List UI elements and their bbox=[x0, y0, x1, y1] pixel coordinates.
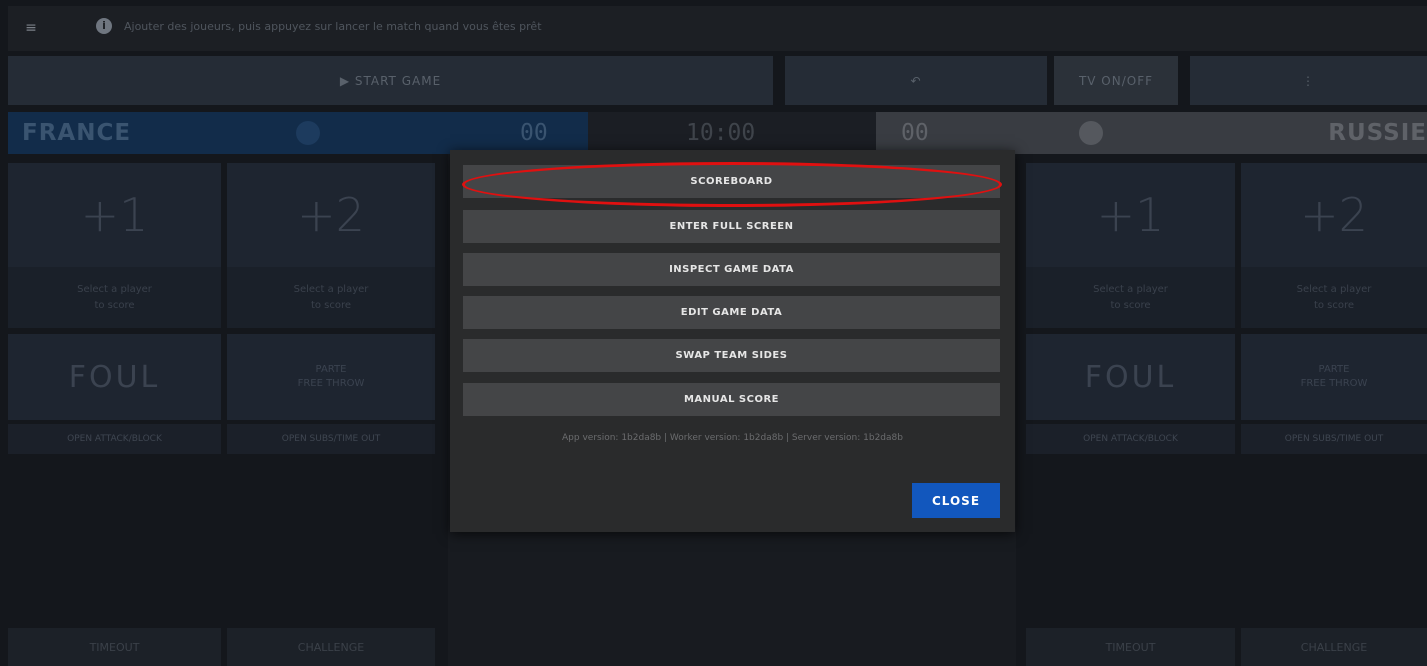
manual-score-button[interactable]: MANUAL SCORE bbox=[463, 383, 1000, 416]
tv-toggle-button[interactable]: TV ON/OFF bbox=[1054, 56, 1178, 105]
close-button[interactable]: CLOSE bbox=[912, 483, 1000, 518]
right-challenge-button[interactable]: CHALLENGE bbox=[1241, 628, 1427, 666]
right-free-throw-button[interactable]: PARTE FREE THROW bbox=[1241, 334, 1427, 420]
menu-icon[interactable]: ≡ bbox=[22, 19, 40, 37]
left-challenge-button[interactable]: CHALLENGE bbox=[227, 628, 435, 666]
left-team-bar: FRANCE 00 bbox=[8, 112, 588, 154]
enter-full-screen-button[interactable]: ENTER FULL SCREEN bbox=[463, 210, 1000, 243]
left-team-name: FRANCE bbox=[22, 120, 132, 146]
game-clock-bar: 10:00 bbox=[588, 112, 876, 154]
right-team-bar: 00 RUSSIE bbox=[876, 112, 1427, 154]
left-caption-attack[interactable]: OPEN ATTACK/BLOCK bbox=[8, 424, 221, 454]
basketball-icon bbox=[296, 121, 320, 145]
basketball-icon bbox=[1079, 121, 1103, 145]
more-options-button[interactable]: ⋮ bbox=[1190, 56, 1427, 105]
left-timeout-button[interactable]: TIMEOUT bbox=[8, 628, 221, 666]
right-plus1-button[interactable]: +1 bbox=[1026, 163, 1235, 267]
game-clock[interactable]: 10:00 bbox=[686, 120, 755, 146]
version-info: App version: 1b2da8b | Worker version: 1… bbox=[562, 433, 903, 443]
inspect-game-data-button[interactable]: INSPECT GAME DATA bbox=[463, 253, 1000, 286]
scoreboard-button[interactable]: SCOREBOARD bbox=[463, 165, 1000, 198]
left-free-throw-button[interactable]: PARTE FREE THROW bbox=[227, 334, 435, 420]
swap-team-sides-button[interactable]: SWAP TEAM SIDES bbox=[463, 339, 1000, 372]
right-caption-attack[interactable]: OPEN ATTACK/BLOCK bbox=[1026, 424, 1235, 454]
left-caption-subs[interactable]: OPEN SUBS/TIME OUT bbox=[227, 424, 435, 454]
info-icon: i bbox=[96, 18, 112, 34]
undo-button[interactable]: ↶ bbox=[785, 56, 1047, 105]
right-select-player-label: Select a player to score bbox=[1026, 267, 1235, 328]
left-plus1-button[interactable]: +1 bbox=[8, 163, 221, 267]
left-select-player-label-2: Select a player to score bbox=[227, 267, 435, 328]
right-plus2-button[interactable]: +2 bbox=[1241, 163, 1427, 267]
top-info-bar: ≡ i Ajouter des joueurs, puis appuyez su… bbox=[8, 6, 1427, 51]
app-root: ≡ i Ajouter des joueurs, puis appuyez su… bbox=[0, 0, 1427, 666]
right-team-score: 00 bbox=[901, 120, 929, 146]
right-caption-subs[interactable]: OPEN SUBS/TIME OUT bbox=[1241, 424, 1427, 454]
options-modal: SCOREBOARD ENTER FULL SCREEN INSPECT GAM… bbox=[450, 150, 1015, 532]
right-foul-button[interactable]: FOUL bbox=[1026, 334, 1235, 420]
left-select-player-label: Select a player to score bbox=[8, 267, 221, 328]
right-timeout-button[interactable]: TIMEOUT bbox=[1026, 628, 1235, 666]
start-game-button[interactable]: ▶ START GAME bbox=[8, 56, 773, 105]
right-select-player-label-2: Select a player to score bbox=[1241, 267, 1427, 328]
left-team-score: 00 bbox=[520, 120, 548, 146]
edit-game-data-button[interactable]: EDIT GAME DATA bbox=[463, 296, 1000, 329]
info-message: Ajouter des joueurs, puis appuyez sur la… bbox=[124, 20, 542, 33]
left-foul-button[interactable]: FOUL bbox=[8, 334, 221, 420]
right-team-name: RUSSIE bbox=[1328, 120, 1427, 146]
left-plus2-button[interactable]: +2 bbox=[227, 163, 435, 267]
